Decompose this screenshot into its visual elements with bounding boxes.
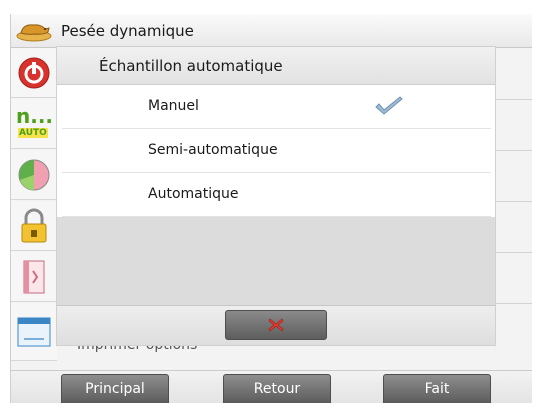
screen: Pesée dynamique n... AUTO Imprimer optio… bbox=[10, 14, 532, 403]
sidebar-item-auto[interactable]: n... AUTO bbox=[11, 99, 57, 149]
option-label: Semi-automatique bbox=[148, 142, 278, 158]
dialog-empty-area bbox=[57, 217, 495, 305]
checkmark-icon bbox=[375, 96, 403, 115]
dialog-title: Échantillon automatique bbox=[99, 57, 283, 75]
sidebar-item-book[interactable] bbox=[11, 252, 57, 302]
sidebar-item-stats[interactable] bbox=[11, 150, 57, 200]
dialog-header: Échantillon automatique bbox=[57, 47, 495, 85]
option-manual[interactable]: Manuel bbox=[62, 85, 491, 129]
pie-chart-icon bbox=[18, 159, 50, 190]
option-auto[interactable]: Automatique bbox=[62, 173, 491, 217]
bottom-nav: Principal Retour Fait bbox=[11, 370, 532, 403]
done-button[interactable]: Fait bbox=[383, 374, 491, 403]
back-button[interactable]: Retour bbox=[223, 374, 331, 403]
sidebar-item-print[interactable] bbox=[11, 303, 57, 361]
dialog-footer bbox=[57, 305, 495, 345]
main-button[interactable]: Principal bbox=[61, 374, 169, 403]
auto-sample-dialog: Échantillon automatique Manuel Semi-auto… bbox=[57, 47, 495, 345]
option-label: Manuel bbox=[148, 98, 199, 114]
auto-sample-icon: n... AUTO bbox=[16, 103, 54, 144]
sidebar-item-lock[interactable] bbox=[11, 201, 57, 251]
lock-settings-icon bbox=[21, 208, 47, 242]
cancel-button[interactable] bbox=[225, 310, 327, 340]
option-list: Manuel Semi-automatique Automatique bbox=[62, 85, 491, 217]
x-icon bbox=[268, 318, 284, 332]
auto-badge: AUTO bbox=[18, 127, 48, 138]
animal-weighing-icon bbox=[16, 24, 52, 42]
option-label: Automatique bbox=[148, 186, 239, 202]
power-icon bbox=[18, 57, 50, 88]
title-bar: Pesée dynamique bbox=[11, 14, 532, 48]
print-window-icon bbox=[17, 317, 51, 346]
book-icon bbox=[23, 260, 45, 293]
auto-sample-text: n... bbox=[16, 103, 54, 128]
sidebar-item-power[interactable] bbox=[11, 48, 57, 98]
option-semi-auto[interactable]: Semi-automatique bbox=[62, 129, 491, 173]
page-title: Pesée dynamique bbox=[61, 22, 194, 40]
